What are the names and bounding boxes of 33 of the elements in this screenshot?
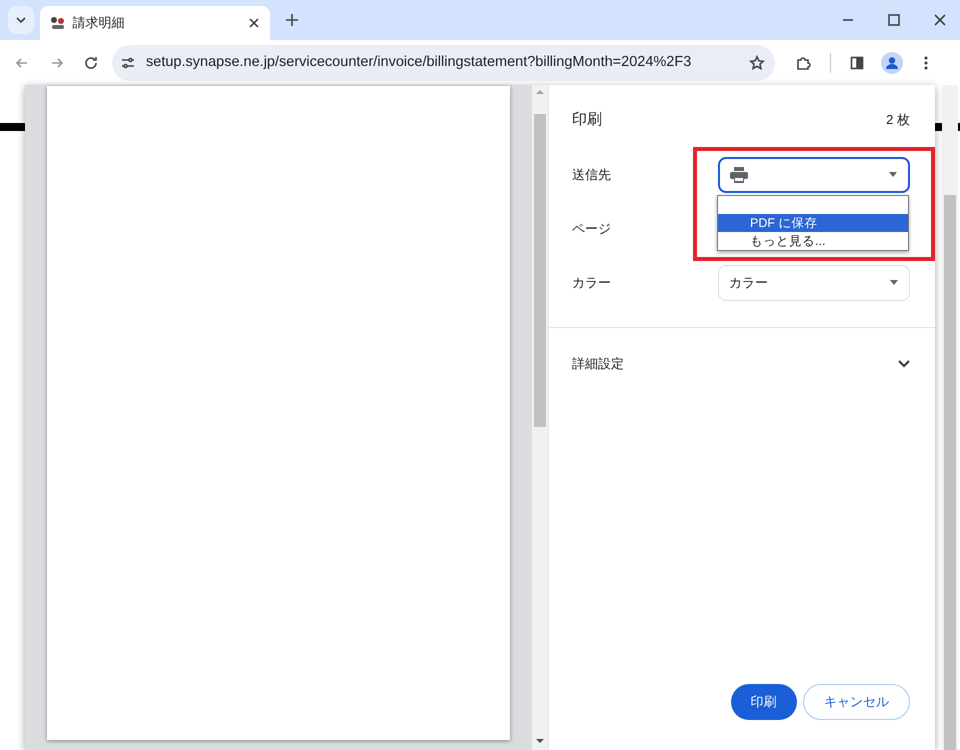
setting-label: 送信先 (572, 166, 611, 184)
side-panel-icon[interactable] (849, 54, 865, 70)
tab-title: 請求明細 (72, 14, 126, 32)
cancel-button[interactable]: キャンセル (803, 684, 910, 720)
reload-icon[interactable] (83, 54, 99, 70)
caret-icon (888, 172, 898, 178)
printer-icon (730, 167, 748, 183)
menu-option[interactable]: PDF に保存 (718, 214, 908, 232)
profile-icon[interactable] (880, 52, 902, 74)
scrollbar[interactable] (942, 85, 958, 750)
puzzle-icon[interactable] (795, 54, 811, 70)
advanced-settings-toggle[interactable]: 詳細設定 (572, 328, 910, 400)
close-icon[interactable] (932, 12, 948, 28)
setting-label: ページ (572, 220, 611, 238)
maximize-icon[interactable] (886, 12, 902, 28)
browser-tab[interactable]: 請求明細 (40, 6, 270, 40)
close-icon[interactable] (248, 17, 260, 29)
sheet-count: 2 枚 (886, 111, 910, 130)
address-bar[interactable]: setup.synapse.ne.jp/servicecounter/invoice/billingstatement?billingMonth=2024%2F3 (112, 44, 774, 80)
star-icon[interactable] (748, 54, 764, 70)
url-text: setup.synapse.ne.jp/servicecounter/invoice/billingstatement?billingMonth=2024%2F3 (146, 52, 692, 72)
preview-scrollbar[interactable] (532, 85, 548, 750)
menu-option[interactable]: もっと見る... (718, 232, 908, 250)
print-button[interactable]: 印刷 (730, 684, 796, 720)
destination-select[interactable] (718, 157, 910, 193)
color-select[interactable]: カラー (718, 265, 910, 301)
site-settings-icon[interactable] (120, 54, 136, 70)
new-tab-icon[interactable] (284, 12, 300, 28)
dialog-title: 印刷 (572, 110, 602, 130)
caret-icon (889, 280, 899, 286)
setting-label: カラー (572, 274, 611, 292)
favicon-icon (50, 15, 66, 31)
chevron-icon (898, 360, 910, 368)
